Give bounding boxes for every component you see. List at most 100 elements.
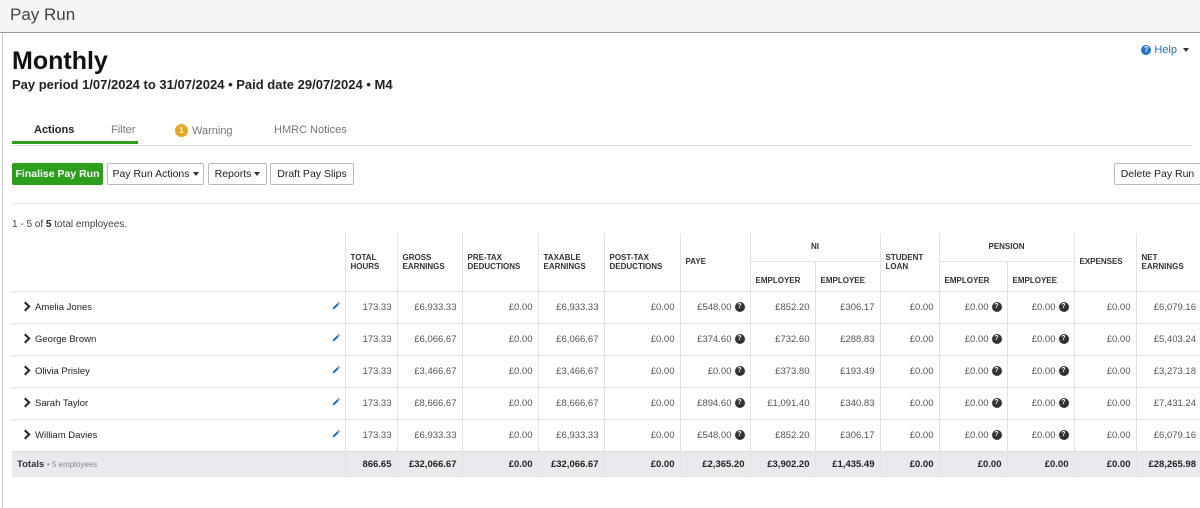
value-pretax: £0.00 xyxy=(508,365,533,377)
edit-pencil-icon[interactable] xyxy=(332,365,340,377)
delete-pay-run-button[interactable]: Delete Pay Run xyxy=(1114,163,1200,185)
tab-hmrc-notices[interactable]: HMRC Notices xyxy=(274,124,347,136)
pay-run-actions-dropdown[interactable]: Pay Run Actions xyxy=(107,163,204,185)
table-row[interactable]: Amelia Jones 173.33 £6,933.33 £0.00 £6,933.3… xyxy=(12,290,1200,323)
info-icon[interactable]: ? xyxy=(991,397,1002,408)
cell-ni-employee: £340.83 xyxy=(814,386,880,419)
edit-pencil-icon[interactable] xyxy=(332,397,340,409)
info-icon[interactable]: ? xyxy=(991,365,1002,376)
cell-ni-employer: £732.60 xyxy=(749,322,815,355)
expand-row-toggle[interactable]: Amelia Jones xyxy=(17,302,92,313)
employee-name: George Brown xyxy=(35,333,97,345)
cell-hours: 173.33 xyxy=(344,322,397,355)
edit-pencil-icon[interactable] xyxy=(332,429,340,441)
pay-run-panel: ? Help Monthly Pay period 1/07/2024 to 3… xyxy=(2,33,1200,508)
employee-name-wrap: William Davies xyxy=(17,430,340,441)
cell-ni-employer: £852.20 xyxy=(749,290,815,323)
employee-rows: Amelia Jones 173.33 £6,933.33 £0.00 £6,933.3… xyxy=(12,290,1200,451)
value-gross: £6,066.67 xyxy=(414,333,457,345)
reports-dropdown[interactable]: Reports xyxy=(208,163,267,185)
table-row[interactable]: William Davies 173.33 £6,933.33 £0.00 £6,933… xyxy=(12,418,1200,451)
value-ni-employee: £306.17 xyxy=(840,429,875,441)
info-icon[interactable]: ? xyxy=(734,397,745,408)
info-icon[interactable]: ? xyxy=(1058,429,1069,440)
col-group-pension: PENSION xyxy=(938,233,1074,262)
help-label: Help xyxy=(1154,44,1177,56)
employee-cell: Amelia Jones xyxy=(12,290,345,323)
cell-ni-employee: £306.17 xyxy=(814,290,880,323)
value-ni-employee: £193.49 xyxy=(840,365,875,377)
cell-taxable: £3,466.67 xyxy=(537,354,604,387)
table-row[interactable]: Sarah Taylor 173.33 £8,666.67 £0.00 £8,666.6… xyxy=(12,386,1200,419)
info-icon[interactable]: ? xyxy=(1058,333,1069,344)
value-hours: 173.33 xyxy=(362,301,392,313)
finalise-pay-run-button[interactable]: Finalise Pay Run xyxy=(12,163,103,185)
value-hours: 173.33 xyxy=(362,365,392,377)
col-posttax-deductions: POST-TAX DEDUCTIONS xyxy=(603,233,680,291)
cell-hours: 173.33 xyxy=(344,290,397,323)
cell-gross: £6,066.67 xyxy=(396,322,462,355)
table-row[interactable]: Olivia Prisley 173.33 £3,466.67 £0.00 £3,466… xyxy=(12,354,1200,387)
value-pension-employee: £0.00 xyxy=(1031,365,1056,377)
cell-posttax: £0.00 xyxy=(603,322,680,355)
tab-actions[interactable]: Actions xyxy=(34,124,74,136)
cell-pretax: £0.00 xyxy=(461,354,538,387)
col-ni-employer: EMPLOYER xyxy=(749,261,815,291)
info-icon[interactable]: ? xyxy=(734,429,745,440)
expand-row-toggle[interactable]: Olivia Prisley xyxy=(17,366,90,377)
cell-paye: £0.00? xyxy=(679,354,750,387)
cell-pretax: £0.00 xyxy=(461,386,538,419)
value-pretax: £0.00 xyxy=(508,333,533,345)
employee-name-wrap: Sarah Taylor xyxy=(17,398,340,409)
edit-pencil-icon[interactable] xyxy=(332,301,340,313)
total-gross: £32,066.67 xyxy=(396,450,462,477)
value-ni-employer: £852.20 xyxy=(775,301,810,313)
tab-warning[interactable]: 1 Warning xyxy=(175,124,233,137)
cell-pension-employee: £0.00? xyxy=(1006,386,1074,419)
info-icon[interactable]: ? xyxy=(991,301,1002,312)
app-header: Pay Run xyxy=(0,0,1200,33)
info-icon[interactable]: ? xyxy=(1058,365,1069,376)
tab-filter[interactable]: Filter xyxy=(111,124,135,136)
cell-student-loan: £0.00 xyxy=(879,354,939,387)
value-expenses: £0.00 xyxy=(1106,301,1131,313)
value-taxable: £6,933.33 xyxy=(556,429,599,441)
employee-name: Sarah Taylor xyxy=(35,397,89,409)
cell-pension-employee: £0.00? xyxy=(1006,354,1074,387)
cell-ni-employer: £373.80 xyxy=(749,354,815,387)
value-hours: 173.33 xyxy=(362,397,392,409)
cell-hours: 173.33 xyxy=(344,418,397,451)
edit-pencil-icon[interactable] xyxy=(332,333,340,345)
employee-count: 1 - 5 of 5 total employees. xyxy=(12,219,127,230)
value-pretax: £0.00 xyxy=(508,429,533,441)
value-taxable: £8,666.67 xyxy=(556,397,599,409)
col-total-hours: TOTAL HOURS xyxy=(344,233,397,291)
expand-row-toggle[interactable]: Sarah Taylor xyxy=(17,398,88,409)
info-icon[interactable]: ? xyxy=(991,429,1002,440)
cell-pension-employer: £0.00? xyxy=(938,322,1007,355)
col-pension-employer: EMPLOYER xyxy=(938,261,1007,291)
info-icon[interactable]: ? xyxy=(734,333,745,344)
cell-paye: £548.00? xyxy=(679,290,750,323)
info-icon[interactable]: ? xyxy=(1058,301,1069,312)
totals-employee-count: • 5 employees xyxy=(46,459,98,469)
cell-posttax: £0.00 xyxy=(603,418,680,451)
draft-pay-slips-button[interactable]: Draft Pay Slips xyxy=(270,163,354,185)
total-pension-employer: £0.00 xyxy=(938,450,1007,477)
tab-filter-label: Filter xyxy=(111,124,136,136)
cell-paye: £548.00? xyxy=(679,418,750,451)
employee-cell: Sarah Taylor xyxy=(12,386,345,419)
info-icon[interactable]: ? xyxy=(734,301,745,312)
value-net: £7,431.24 xyxy=(1153,397,1196,409)
info-icon[interactable]: ? xyxy=(1058,397,1069,408)
info-icon[interactable]: ? xyxy=(734,365,745,376)
col-taxable-earnings: TAXABLE EARNINGS xyxy=(537,233,604,291)
expand-row-toggle[interactable]: William Davies xyxy=(17,430,97,441)
help-menu[interactable]: ? Help xyxy=(1141,44,1189,56)
table-row[interactable]: George Brown 173.33 £6,066.67 £0.00 £6,066.6… xyxy=(12,322,1200,355)
cell-expenses: £0.00 xyxy=(1073,418,1136,451)
value-pension-employee: £0.00 xyxy=(1031,429,1056,441)
expand-row-toggle[interactable]: George Brown xyxy=(17,334,96,345)
info-icon[interactable]: ? xyxy=(991,333,1002,344)
value-student-loan: £0.00 xyxy=(909,333,934,345)
